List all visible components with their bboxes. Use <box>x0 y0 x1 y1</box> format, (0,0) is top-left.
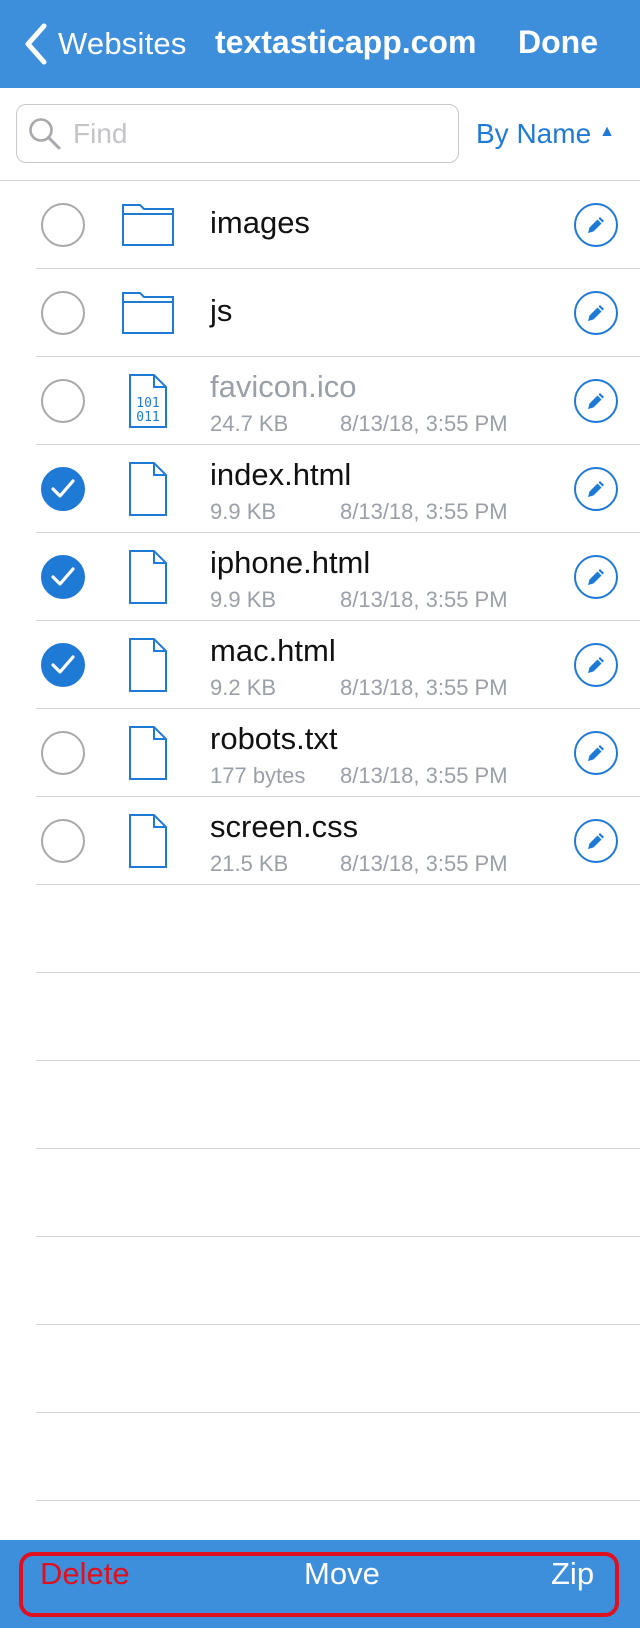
pencil-icon <box>588 657 604 673</box>
document-icon <box>129 462 167 516</box>
svg-text:011: 011 <box>136 410 159 425</box>
list-item[interactable]: index.html 9.9 KB 8/13/18, 3:55 PM <box>0 445 640 533</box>
pencil-icon <box>588 833 604 849</box>
edit-button[interactable] <box>574 467 618 511</box>
row-separator <box>36 1413 640 1501</box>
folder-icon <box>122 292 174 334</box>
list-item[interactable]: 101 011 favicon.ico 24.7 KB 8/13/18, 3:5… <box>0 357 640 445</box>
checkmark-icon <box>51 655 75 674</box>
file-name: iphone.html <box>210 545 371 580</box>
document-icon <box>129 550 167 604</box>
document-icon <box>129 726 167 780</box>
pencil-icon <box>588 745 604 761</box>
file-size: 21.5 KB <box>210 851 289 876</box>
file-date: 8/13/18, 3:55 PM <box>340 587 508 612</box>
pencil-icon <box>588 569 604 585</box>
row-separator <box>36 1237 640 1325</box>
selection-checkmark-icon[interactable] <box>41 643 85 687</box>
file-name: index.html <box>210 457 352 492</box>
file-name: screen.css <box>210 809 359 844</box>
selection-circle-icon[interactable] <box>41 819 85 863</box>
file-size: 24.7 KB <box>210 411 289 436</box>
search-icon <box>29 118 61 150</box>
navigation-bar: Websites textasticapp.com Done <box>0 0 640 88</box>
pencil-icon <box>588 217 604 233</box>
list-item[interactable]: mac.html 9.2 KB 8/13/18, 3:55 PM <box>0 621 640 709</box>
selection-checkmark-icon[interactable] <box>41 555 85 599</box>
done-button[interactable]: Done <box>518 24 598 61</box>
row-separator <box>36 1149 640 1237</box>
selection-circle-icon[interactable] <box>41 291 85 335</box>
edit-button[interactable] <box>574 555 618 599</box>
edit-button[interactable] <box>574 731 618 775</box>
file-name: images <box>210 205 310 240</box>
edit-button[interactable] <box>574 819 618 863</box>
document-icon <box>129 814 167 868</box>
file-size: 9.9 KB <box>210 587 277 612</box>
binary-file-icon: 101 011 <box>129 374 167 428</box>
edit-button[interactable] <box>574 291 618 335</box>
move-button[interactable]: Move <box>304 1556 380 1592</box>
file-date: 8/13/18, 3:55 PM <box>340 411 508 436</box>
zip-button[interactable]: Zip <box>551 1556 594 1592</box>
pencil-icon <box>588 393 604 409</box>
empty-list-area <box>36 885 640 1501</box>
search-input[interactable] <box>73 114 443 154</box>
file-size: 177 bytes <box>210 763 306 788</box>
bottom-toolbar: Delete Move Zip <box>0 1540 640 1628</box>
file-name: js <box>210 293 233 328</box>
row-separator <box>36 1061 640 1149</box>
selection-circle-icon[interactable] <box>41 203 85 247</box>
back-button[interactable]: Websites <box>22 18 187 70</box>
selection-circle-icon[interactable] <box>41 731 85 775</box>
pencil-icon <box>588 481 604 497</box>
edit-button[interactable] <box>574 203 618 247</box>
chevron-left-icon <box>25 23 47 65</box>
edit-button[interactable] <box>574 643 618 687</box>
list-item[interactable]: images <box>0 181 640 269</box>
file-date: 8/13/18, 3:55 PM <box>340 763 508 788</box>
list-item[interactable]: screen.css 21.5 KB 8/13/18, 3:55 PM <box>0 797 640 885</box>
list-item[interactable]: js <box>0 269 640 357</box>
row-separator <box>36 1325 640 1413</box>
file-date: 8/13/18, 3:55 PM <box>340 851 508 876</box>
checkmark-icon <box>51 567 75 586</box>
file-date: 8/13/18, 3:55 PM <box>340 675 508 700</box>
file-size: 9.2 KB <box>210 675 277 700</box>
checkmark-icon <box>51 479 75 498</box>
row-separator <box>36 973 640 1061</box>
file-name: mac.html <box>210 633 336 668</box>
file-size: 9.9 KB <box>210 499 277 524</box>
file-name: robots.txt <box>210 721 338 756</box>
list-item[interactable]: robots.txt 177 bytes 8/13/18, 3:55 PM <box>0 709 640 797</box>
folder-icon <box>122 204 174 246</box>
sort-arrow-icon: ▲ <box>599 123 615 140</box>
sort-label: By Name <box>476 118 592 149</box>
row-separator <box>36 885 640 973</box>
file-date: 8/13/18, 3:55 PM <box>340 499 508 524</box>
edit-button[interactable] <box>574 379 618 423</box>
delete-button[interactable]: Delete <box>40 1556 130 1592</box>
search-field[interactable] <box>16 104 459 163</box>
search-bar: By Name ▲ <box>0 88 640 181</box>
svg-text:101: 101 <box>136 396 159 411</box>
back-button-label: Websites <box>58 26 187 61</box>
selection-checkmark-icon[interactable] <box>41 467 85 511</box>
document-icon <box>129 638 167 692</box>
list-item[interactable]: iphone.html 9.9 KB 8/13/18, 3:55 PM <box>0 533 640 621</box>
pencil-icon <box>588 305 604 321</box>
file-name: favicon.ico <box>210 369 357 404</box>
page-title: textasticapp.com <box>215 24 477 60</box>
sort-button[interactable]: By Name ▲ <box>476 118 615 150</box>
file-list: images js 101 011 favicon.ico 24.7 KB 8/… <box>0 181 640 885</box>
selection-circle-icon[interactable] <box>41 379 85 423</box>
